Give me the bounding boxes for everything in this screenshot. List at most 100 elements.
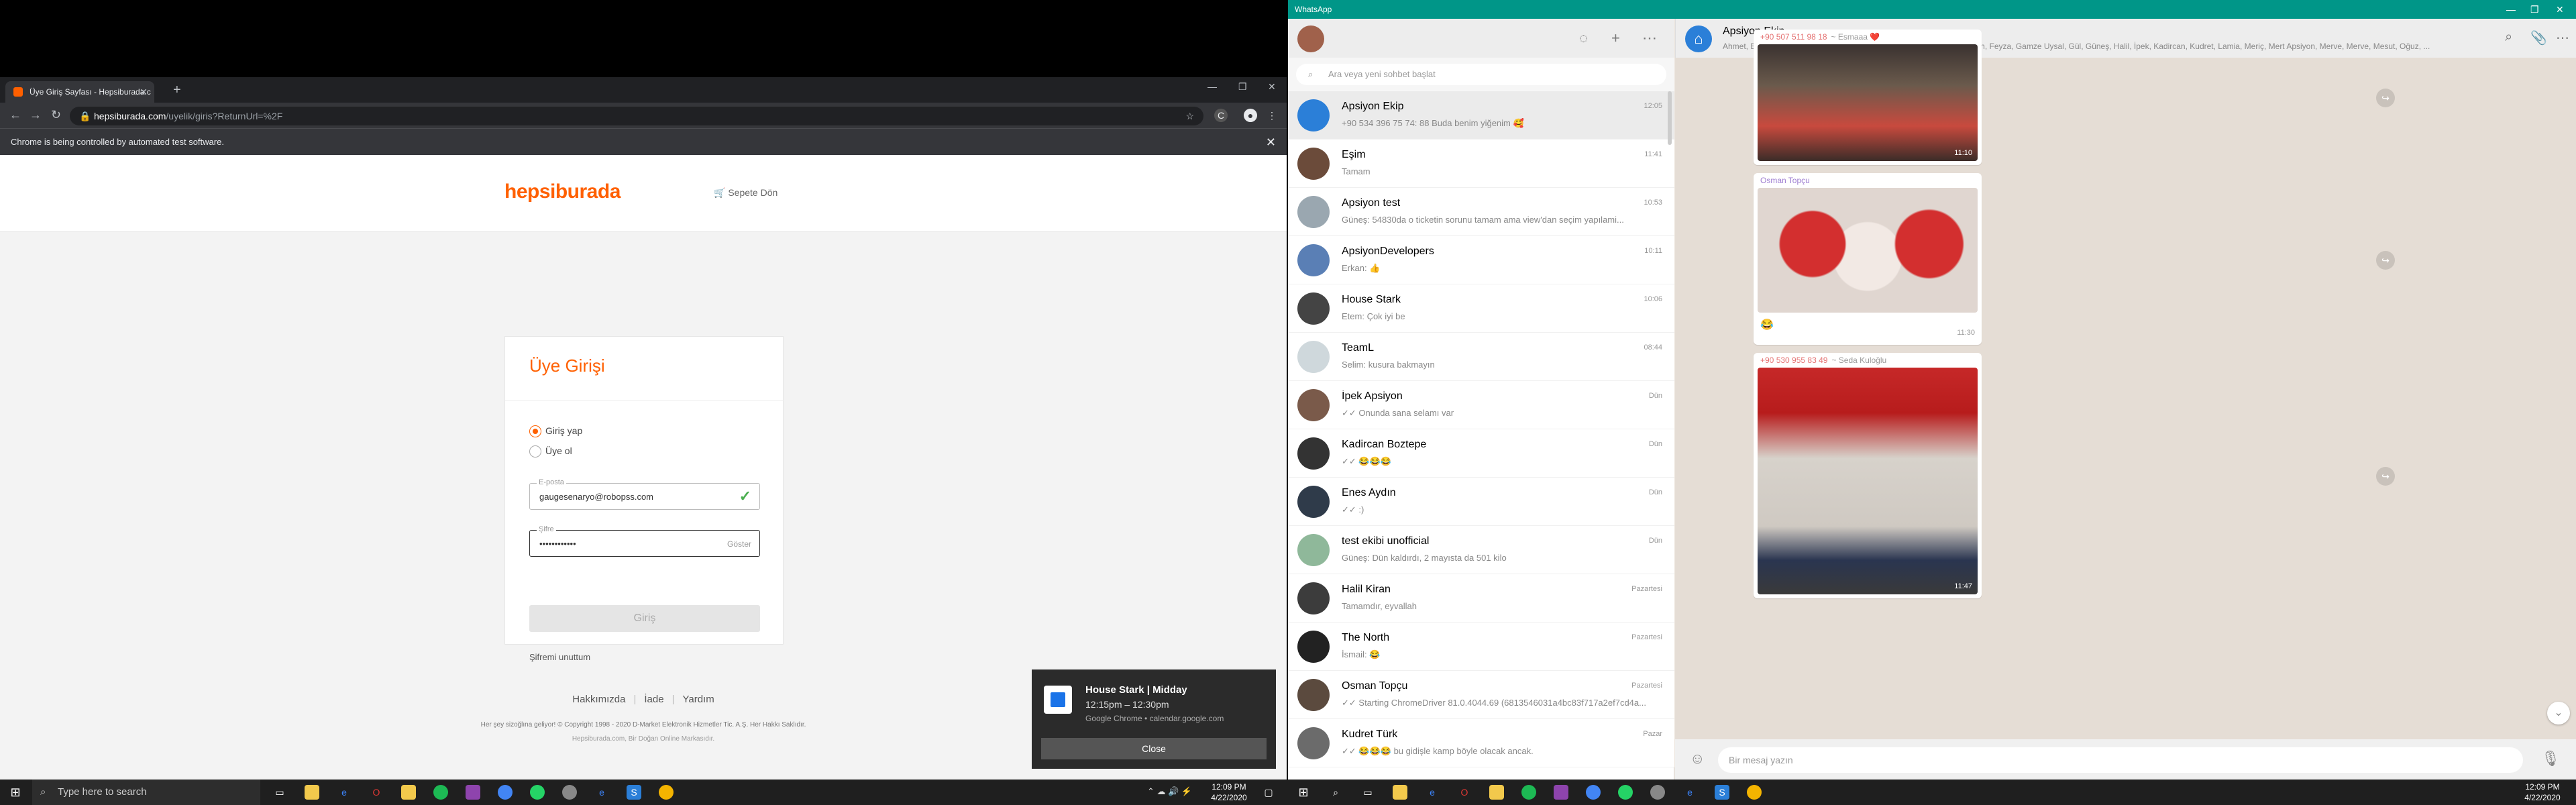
message-photo[interactable]: 11:10: [1758, 44, 1978, 161]
sticky-notes-icon[interactable]: [1489, 785, 1504, 800]
chrome-icon[interactable]: [1650, 785, 1665, 800]
system-tray-icons[interactable]: ⌃ ☁ 🔊 ⚡: [1147, 786, 1192, 797]
my-avatar[interactable]: [1297, 25, 1324, 52]
spotify-icon[interactable]: [433, 785, 448, 800]
minimize-icon[interactable]: —: [1208, 81, 1217, 92]
chat-search-input[interactable]: ⌕ Ara veya yeni sohbet başlat: [1296, 64, 1666, 85]
new-chat-icon[interactable]: +: [1611, 30, 1620, 47]
chat-list-item[interactable]: Apsiyon Ekip 12:05 +90 534 396 75 74: 88 B…: [1288, 91, 1674, 140]
microphone-icon[interactable]: 🎙: [2541, 750, 2560, 767]
chat-list-item[interactable]: Osman Topçu Pazartesi ✓✓ Starting ChromeDr…: [1288, 671, 1674, 719]
show-password-button[interactable]: Göster: [727, 531, 751, 557]
group-avatar[interactable]: [1685, 25, 1712, 52]
chat-list-item[interactable]: House Stark 10:06 Etem: Çok iyi be: [1288, 284, 1674, 333]
app-icon[interactable]: [466, 785, 480, 800]
maximize-icon[interactable]: ❐: [2530, 0, 2539, 19]
footer-link-about[interactable]: Hakkımızda: [572, 694, 625, 705]
new-tab-icon[interactable]: +: [173, 83, 181, 98]
whatsapp-icon[interactable]: [530, 785, 545, 800]
chat-list-item[interactable]: Kadircan Boztepe Dün ✓✓ 😂😂😂: [1288, 429, 1674, 478]
windows-start-icon[interactable]: ⊞: [1296, 785, 1311, 800]
windows-start-icon[interactable]: ⊞: [8, 785, 23, 800]
chat-list-item[interactable]: ApsiyonDevelopers 10:11 Erkan: 👍: [1288, 236, 1674, 284]
browser-tab[interactable]: Üye Giriş Sayfası - Hepsiburada.c ✕: [5, 81, 154, 103]
task-view-icon[interactable]: ▭: [272, 785, 287, 800]
scroll-down-button[interactable]: ⌄: [2547, 702, 2570, 724]
edge-icon[interactable]: e: [1425, 785, 1440, 800]
whatsapp-icon[interactable]: [1618, 785, 1633, 800]
status-icon[interactable]: ◌: [1579, 30, 1588, 47]
emoji-icon[interactable]: ☺: [1690, 750, 1705, 767]
login-button[interactable]: Giriş: [529, 605, 760, 632]
ie-icon[interactable]: e: [1682, 785, 1697, 800]
search-icon[interactable]: ⌕: [2505, 30, 2512, 45]
forward-icon[interactable]: ↪: [2376, 251, 2395, 270]
notification-close-button[interactable]: Close: [1041, 738, 1267, 759]
address-bar[interactable]: 🔒 hepsiburada.com/uyelik/giris?ReturnUrl…: [70, 107, 1203, 125]
back-to-cart-link[interactable]: 🛒 Sepete Dön: [714, 187, 777, 199]
password-field[interactable]: Şifre •••••••••••• Göster: [529, 525, 760, 557]
forgot-password-link[interactable]: Şifremi unuttum: [529, 652, 590, 662]
hepsiburada-logo[interactable]: hepsiburada: [504, 180, 621, 203]
chrome-icon[interactable]: [1586, 785, 1601, 800]
chrome-icon[interactable]: [659, 785, 674, 800]
forward-icon[interactable]: ↪: [2376, 467, 2395, 486]
close-window-icon[interactable]: ✕: [1268, 81, 1276, 93]
chat-list-item[interactable]: Enes Aydın Dün ✓✓ :): [1288, 478, 1674, 526]
back-icon[interactable]: ←: [9, 108, 21, 122]
email-field[interactable]: E-posta gaugesenaryo@robopss.com ✓: [529, 478, 760, 510]
profile-avatar-icon[interactable]: ●: [1244, 109, 1257, 122]
chat-list-item[interactable]: Halil Kiran Pazartesi Tamamdır, eyvallah: [1288, 574, 1674, 623]
taskbar-clock[interactable]: 12:09 PM 4/22/2020: [2516, 782, 2569, 803]
search-icon[interactable]: ⌕: [1328, 785, 1343, 800]
attach-icon[interactable]: 📎: [2530, 30, 2547, 46]
app-icon[interactable]: [1554, 785, 1568, 800]
close-window-icon[interactable]: ✕: [2556, 0, 2564, 19]
sticky-notes-icon[interactable]: [401, 785, 416, 800]
app-icon[interactable]: S: [1715, 785, 1729, 800]
message-bubble[interactable]: +90 507 511 98 18 ~ Esmaaa ❤️ 11:10: [1754, 30, 1982, 165]
forward-icon[interactable]: →: [30, 108, 42, 122]
chat-list-item[interactable]: Apsiyon test 10:53 Güneş: 54830da o ticket…: [1288, 188, 1674, 236]
chat-list-scrollbar[interactable]: [1668, 91, 1672, 145]
app-icon[interactable]: S: [627, 785, 641, 800]
menu-icon[interactable]: ⋯: [2556, 30, 2569, 46]
bookmark-star-icon[interactable]: ☆: [1185, 107, 1194, 125]
maximize-icon[interactable]: ❐: [1238, 81, 1247, 93]
chat-list-item[interactable]: The North Pazartesi İsmail: 😂: [1288, 623, 1674, 671]
minimize-icon[interactable]: —: [2506, 0, 2516, 19]
edge-icon[interactable]: e: [337, 785, 352, 800]
menu-icon[interactable]: ⋯: [1642, 30, 1657, 47]
chat-list-item[interactable]: Kudret Türk Pazar ✓✓ 😂😂😂 bu gidişle kamp b…: [1288, 719, 1674, 767]
message-bubble[interactable]: Osman Topçu 😂 11:30: [1754, 173, 1982, 345]
footer-link-return[interactable]: İade: [644, 694, 663, 705]
chat-list-item[interactable]: Eşim 11:41 Tamam: [1288, 140, 1674, 188]
file-explorer-icon[interactable]: [305, 785, 319, 800]
message-photo[interactable]: [1758, 188, 1978, 313]
chat-list-item[interactable]: test ekibi unofficial Dün Güneş: Dün kaldı…: [1288, 526, 1674, 574]
chrome-icon[interactable]: [562, 785, 577, 800]
infobar-close-icon[interactable]: ✕: [1266, 129, 1276, 156]
radio-register[interactable]: Üye ol: [529, 445, 572, 458]
message-bubble[interactable]: +90 530 955 83 49 ~ Seda Kuloğlu 11:47: [1754, 353, 1982, 598]
reload-icon[interactable]: ↻: [51, 108, 61, 122]
taskbar-search[interactable]: ⌕ Type here to search: [32, 780, 260, 805]
browser-menu-icon[interactable]: ⋮: [1265, 109, 1279, 122]
file-explorer-icon[interactable]: [1393, 785, 1407, 800]
taskbar-clock[interactable]: 12:09 PM 4/22/2020: [1202, 782, 1256, 803]
chrome-icon[interactable]: [1747, 785, 1762, 800]
notifications-icon[interactable]: ▢: [1261, 785, 1276, 800]
message-photo[interactable]: 11:47: [1758, 368, 1978, 594]
forward-icon[interactable]: ↪: [2376, 89, 2395, 107]
task-view-icon[interactable]: ▭: [1360, 785, 1375, 800]
close-tab-icon[interactable]: ✕: [140, 81, 148, 103]
footer-link-help[interactable]: Yardım: [682, 694, 714, 705]
message-input[interactable]: Bir mesaj yazın: [1718, 747, 2523, 773]
spotify-icon[interactable]: [1521, 785, 1536, 800]
opera-icon[interactable]: O: [1457, 785, 1472, 800]
opera-icon[interactable]: O: [369, 785, 384, 800]
radio-login[interactable]: Giriş yap: [529, 425, 582, 438]
extension-icon[interactable]: C: [1214, 109, 1228, 122]
ie-icon[interactable]: e: [594, 785, 609, 800]
chrome-icon[interactable]: [498, 785, 513, 800]
